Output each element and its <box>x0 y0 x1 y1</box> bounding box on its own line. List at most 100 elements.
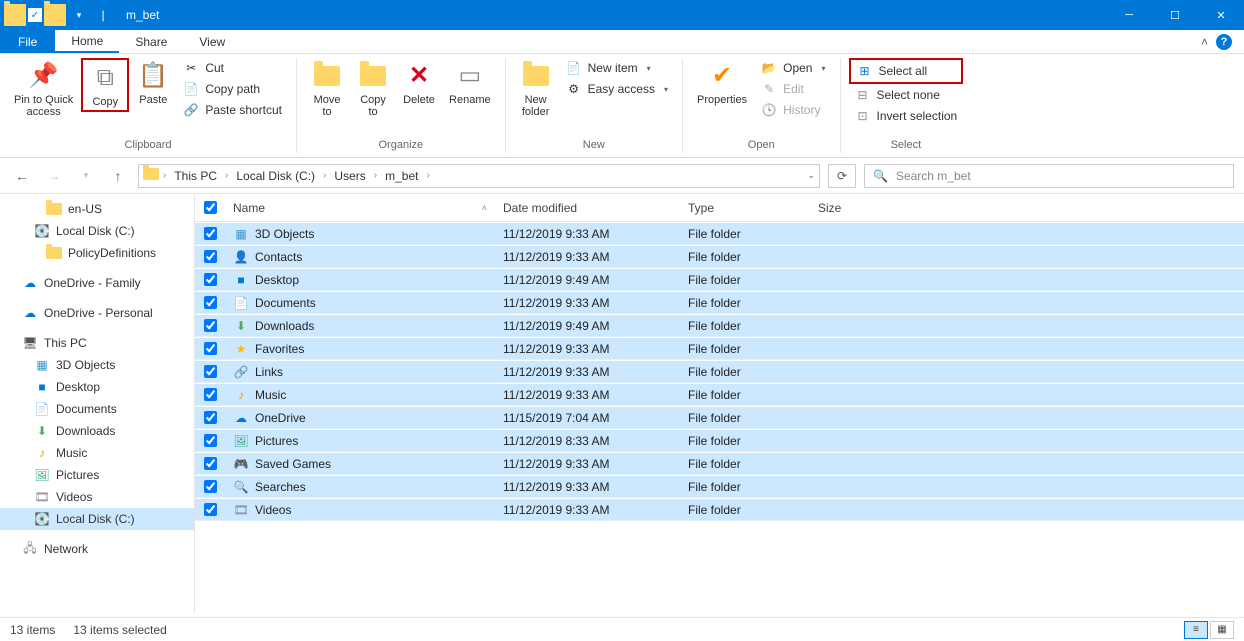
file-row[interactable]: ▦3D Objects 11/12/2019 9:33 AM File fold… <box>195 222 1244 245</box>
file-row[interactable]: 🖼Pictures 11/12/2019 8:33 AM File folder <box>195 429 1244 452</box>
file-row[interactable]: 🎮Saved Games 11/12/2019 9:33 AM File fol… <box>195 452 1244 475</box>
sidebar-item[interactable]: ⬇Downloads <box>0 420 194 442</box>
select-all-button[interactable]: ⊞Select all <box>849 58 964 84</box>
file-row[interactable]: 🎞Videos 11/12/2019 9:33 AM File folder <box>195 498 1244 521</box>
sidebar-item[interactable]: 💽Local Disk (C:) <box>0 508 194 530</box>
file-row[interactable]: 🔗Links 11/12/2019 9:33 AM File folder <box>195 360 1244 383</box>
paste-shortcut-button[interactable]: 🔗Paste shortcut <box>177 100 288 120</box>
header-type[interactable]: Type <box>680 201 810 215</box>
easy-access-button[interactable]: ⚙Easy access▾ <box>560 79 674 99</box>
chevron-right-icon[interactable]: › <box>374 170 377 181</box>
edit-button[interactable]: ✎Edit <box>755 79 831 99</box>
row-checkbox[interactable] <box>195 342 225 355</box>
file-row[interactable]: ☁OneDrive 11/15/2019 7:04 AM File folder <box>195 406 1244 429</box>
file-row[interactable]: 👤Contacts 11/12/2019 9:33 AM File folder <box>195 245 1244 268</box>
chevron-right-icon[interactable]: › <box>323 170 326 181</box>
minimize-button[interactable]: ─ <box>1106 0 1152 30</box>
row-checkbox[interactable] <box>195 365 225 378</box>
file-row[interactable]: ⬇Downloads 11/12/2019 9:49 AM File folde… <box>195 314 1244 337</box>
forward-button[interactable]: → <box>42 164 66 188</box>
home-tab[interactable]: Home <box>55 30 119 53</box>
group-label-select: Select <box>849 139 964 153</box>
sidebar-item[interactable]: ☁OneDrive - Family <box>0 272 194 294</box>
sidebar-item[interactable]: 🎞Videos <box>0 486 194 508</box>
thumbnails-view-button[interactable]: ▦ <box>1210 621 1234 639</box>
breadcrumb[interactable]: m_bet <box>381 169 422 183</box>
breadcrumb[interactable]: Local Disk (C:) <box>232 169 319 183</box>
move-to-button[interactable]: Move to <box>305 58 349 120</box>
sidebar-item[interactable]: 🖧Network <box>0 538 194 560</box>
header-size[interactable]: Size <box>810 201 890 215</box>
file-row[interactable]: 🔍Searches 11/12/2019 9:33 AM File folder <box>195 475 1244 498</box>
row-checkbox[interactable] <box>195 388 225 401</box>
row-checkbox[interactable] <box>195 273 225 286</box>
row-checkbox[interactable] <box>195 319 225 332</box>
up-button[interactable]: ↑ <box>106 164 130 188</box>
invert-selection-button[interactable]: ⊡Invert selection <box>849 106 964 126</box>
properties-button[interactable]: ✔Properties <box>691 58 753 108</box>
rename-button[interactable]: ▭Rename <box>443 58 497 108</box>
refresh-button[interactable]: ⟳ <box>828 164 856 188</box>
sidebar-item[interactable]: en-US <box>0 198 194 220</box>
history-button[interactable]: 🕓History <box>755 100 831 120</box>
chevron-right-icon[interactable]: › <box>163 170 166 181</box>
checkbox-qat-icon[interactable]: ✓ <box>28 8 42 22</box>
back-button[interactable]: ← <box>10 164 34 188</box>
file-tab[interactable]: File <box>0 30 55 53</box>
address-bar[interactable]: › This PC › Local Disk (C:) › Users › m_… <box>138 164 820 188</box>
file-row[interactable]: ■Desktop 11/12/2019 9:49 AM File folder <box>195 268 1244 291</box>
sidebar-item[interactable]: ♪Music <box>0 442 194 464</box>
sidebar-item[interactable]: ▦3D Objects <box>0 354 194 376</box>
sidebar-item[interactable]: 🖼Pictures <box>0 464 194 486</box>
sidebar-item[interactable]: 💽Local Disk (C:) <box>0 220 194 242</box>
view-tab[interactable]: View <box>183 30 241 53</box>
row-checkbox[interactable] <box>195 250 225 263</box>
copy-to-button[interactable]: Copy to <box>351 58 395 120</box>
chevron-right-icon[interactable]: › <box>426 170 429 181</box>
close-button[interactable]: ✕ <box>1198 0 1244 30</box>
search-box[interactable]: 🔍 Search m_bet <box>864 164 1234 188</box>
header-checkbox[interactable] <box>195 201 225 214</box>
details-view-button[interactable]: ≡ <box>1184 621 1208 639</box>
properties-icon: ✔ <box>706 60 738 92</box>
sidebar-item[interactable]: PolicyDefinitions <box>0 242 194 264</box>
sidebar-item[interactable]: 📄Documents <box>0 398 194 420</box>
row-checkbox[interactable] <box>195 480 225 493</box>
row-checkbox[interactable] <box>195 457 225 470</box>
new-folder-button[interactable]: New folder <box>514 58 558 120</box>
file-row[interactable]: 📄Documents 11/12/2019 9:33 AM File folde… <box>195 291 1244 314</box>
group-label-new: New <box>514 139 674 153</box>
collapse-ribbon-icon[interactable]: ˄ <box>1201 35 1208 49</box>
navigation-pane[interactable]: en-US💽Local Disk (C:)PolicyDefinitions☁O… <box>0 194 195 614</box>
new-item-button[interactable]: 📄New item▾ <box>560 58 674 78</box>
file-row[interactable]: ★Favorites 11/12/2019 9:33 AM File folde… <box>195 337 1244 360</box>
address-dropdown-icon[interactable]: ⌄ <box>807 170 815 181</box>
chevron-right-icon[interactable]: › <box>225 170 228 181</box>
recent-locations-button[interactable]: ▾ <box>74 164 98 188</box>
pin-quick-access-button[interactable]: 📌 Pin to Quick access <box>8 58 79 120</box>
header-name[interactable]: Name˄ <box>225 201 495 215</box>
paste-button[interactable]: 📋 Paste <box>131 58 175 108</box>
maximize-button[interactable]: ☐ <box>1152 0 1198 30</box>
open-button[interactable]: 📂Open▾ <box>755 58 831 78</box>
select-none-button[interactable]: ⊟Select none <box>849 85 964 105</box>
breadcrumb[interactable]: This PC <box>170 169 221 183</box>
copy-button[interactable]: ⧉ Copy <box>81 58 129 112</box>
help-icon[interactable]: ? <box>1216 34 1232 50</box>
qat-dropdown-icon[interactable]: ▾ <box>68 4 90 26</box>
header-date[interactable]: Date modified <box>495 201 680 215</box>
row-checkbox[interactable] <box>195 434 225 447</box>
cut-button[interactable]: ✂Cut <box>177 58 288 78</box>
row-checkbox[interactable] <box>195 227 225 240</box>
share-tab[interactable]: Share <box>119 30 183 53</box>
sidebar-item[interactable]: 🖥This PC <box>0 332 194 354</box>
sidebar-item[interactable]: ■Desktop <box>0 376 194 398</box>
delete-button[interactable]: ✕Delete <box>397 58 441 108</box>
sidebar-item[interactable]: ☁OneDrive - Personal <box>0 302 194 324</box>
file-row[interactable]: ♪Music 11/12/2019 9:33 AM File folder <box>195 383 1244 406</box>
row-checkbox[interactable] <box>195 411 225 424</box>
copy-path-button[interactable]: 📄Copy path <box>177 79 288 99</box>
row-checkbox[interactable] <box>195 503 225 516</box>
breadcrumb[interactable]: Users <box>330 169 369 183</box>
row-checkbox[interactable] <box>195 296 225 309</box>
